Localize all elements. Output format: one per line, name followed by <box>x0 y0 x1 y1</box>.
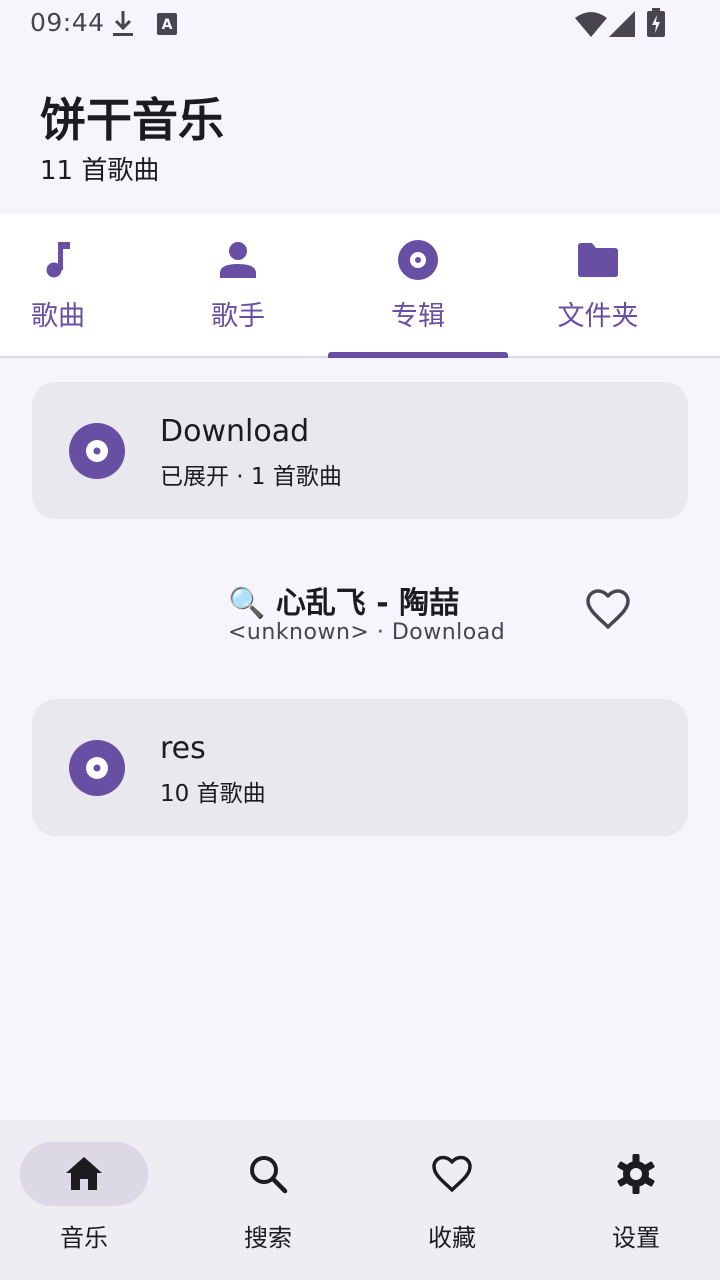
song-title: 心乱飞 - 陶喆 <box>275 586 460 621</box>
song-count: 11 首歌曲 <box>40 156 160 186</box>
nav-favorites[interactable]: 收藏 <box>360 1120 540 1280</box>
nav-label: 搜索 <box>244 1224 292 1252</box>
person-icon <box>220 242 256 278</box>
heart-outline-icon <box>586 589 630 629</box>
album-title: res <box>160 731 206 766</box>
magnifier-emoji: 🔍 <box>228 586 266 621</box>
favorite-button[interactable] <box>584 586 632 634</box>
tab-label: 专辑 <box>391 301 445 332</box>
nav-search[interactable]: 搜索 <box>180 1120 360 1280</box>
nav-label: 设置 <box>612 1224 660 1252</box>
album-icon <box>398 240 438 280</box>
nav-label: 收藏 <box>428 1224 476 1252</box>
tab-albums[interactable]: 专辑 <box>328 214 508 356</box>
song-subtitle: <unknown> · Download <box>228 620 506 645</box>
home-icon <box>66 1157 102 1190</box>
tab-indicator <box>328 352 508 358</box>
download-icon <box>113 11 133 36</box>
nav-label: 音乐 <box>60 1224 108 1252</box>
tab-songs[interactable]: 歌曲 <box>0 214 148 356</box>
tab-artists[interactable]: 歌手 <box>148 214 328 356</box>
category-tabs: 歌曲 歌手 专辑 文件夹 <box>0 214 720 358</box>
heart-outline-icon <box>432 1155 472 1192</box>
cellular-signal-icon <box>609 11 635 37</box>
battery-charging-icon <box>647 8 665 37</box>
album-icon <box>69 423 125 479</box>
nav-music[interactable]: 音乐 <box>0 1120 180 1280</box>
bottom-navigation: 音乐 搜索 收藏 设置 <box>0 1120 720 1280</box>
album-card-download[interactable]: Download 已展开 · 1 首歌曲 <box>32 382 688 519</box>
wifi-icon <box>575 12 607 37</box>
search-icon <box>250 1156 288 1194</box>
song-title-row[interactable]: 🔍 心乱飞 - 陶喆 <box>228 578 459 622</box>
tab-label: 歌手 <box>211 301 265 332</box>
app-title: 饼干音乐 <box>40 93 224 147</box>
music-note-icon <box>46 242 70 278</box>
tab-folders[interactable]: 文件夹 <box>508 214 688 356</box>
tab-label: 文件夹 <box>557 301 639 332</box>
keyboard-a-icon: A <box>157 13 177 35</box>
tab-label: 歌曲 <box>31 301 85 332</box>
nav-settings[interactable]: 设置 <box>540 1120 720 1280</box>
gear-icon <box>617 1154 655 1194</box>
folder-icon <box>578 243 618 277</box>
status-time: 09:44 <box>30 8 105 37</box>
album-icon <box>69 740 125 796</box>
status-bar: 09:44 A <box>0 0 720 48</box>
album-subtitle: 10 首歌曲 <box>160 781 266 807</box>
album-card-res[interactable]: res 10 首歌曲 <box>32 699 688 836</box>
album-subtitle: 已展开 · 1 首歌曲 <box>160 464 342 490</box>
svg-text:A: A <box>162 17 173 33</box>
app-root: 09:44 A 饼干音乐 11 首歌曲 歌曲 歌手 专辑 文件夹 Downloa… <box>0 0 720 1280</box>
album-title: Download <box>160 414 310 449</box>
